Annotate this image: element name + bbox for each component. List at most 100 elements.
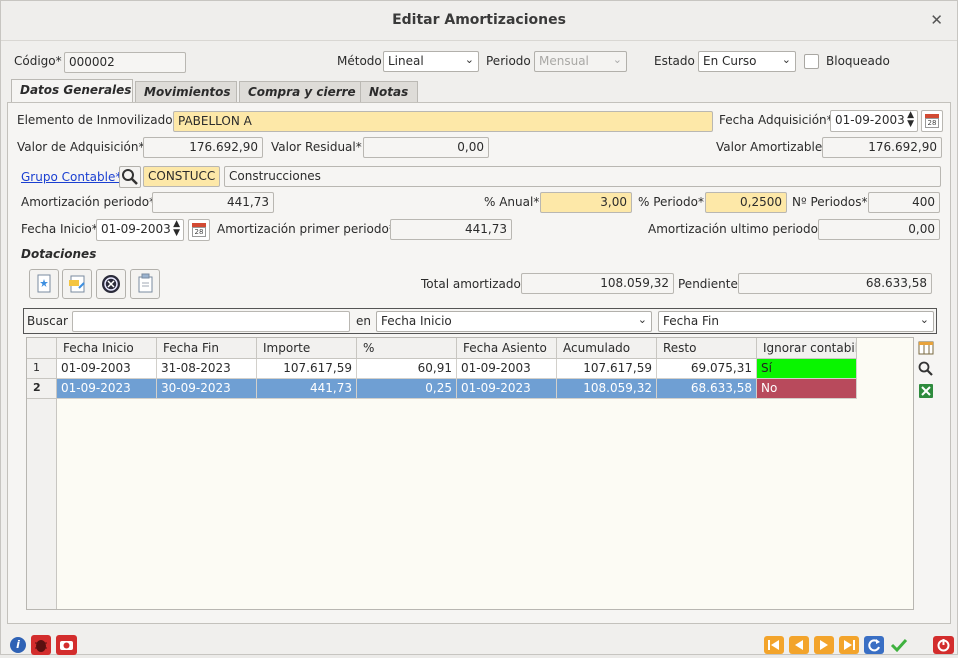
clipboard-icon[interactable] xyxy=(130,269,160,299)
bloqueado-checkbox[interactable] xyxy=(804,54,819,69)
calendar-day: 28 xyxy=(925,118,939,128)
amort-ultimo-label: Amortización ultimo periodo* xyxy=(648,222,824,236)
row-number[interactable]: 1 xyxy=(27,359,57,379)
amort-periodo-input[interactable]: 441,73 xyxy=(152,192,274,213)
col-ignorar[interactable]: Ignorar contabili xyxy=(757,338,857,359)
table-cell[interactable]: 01-09-2023 xyxy=(457,379,557,399)
accept-check-icon[interactable] xyxy=(889,636,909,654)
table-cell[interactable]: 107.617,59 xyxy=(557,359,657,379)
table-cell[interactable]: 60,91 xyxy=(357,359,457,379)
first-record-icon[interactable] xyxy=(764,636,784,654)
chevron-down-icon: ⌄ xyxy=(637,313,647,326)
amort-primer-input[interactable]: 441,73 xyxy=(390,219,512,240)
dotaciones-title: Dotaciones xyxy=(21,247,97,261)
fecha-adquisicion-label: Fecha Adquisición* xyxy=(719,113,833,127)
buscar-input[interactable] xyxy=(72,311,350,332)
calendar-icon[interactable]: 28 xyxy=(921,110,943,132)
tab-notas[interactable]: Notas xyxy=(360,81,418,102)
amort-ultimo-input[interactable]: 0,00 xyxy=(818,219,940,240)
table-cell[interactable]: 0,25 xyxy=(357,379,457,399)
metodo-select[interactable]: Lineal ⌄ xyxy=(383,51,479,72)
col-acumulado[interactable]: Acumulado xyxy=(557,338,657,359)
codigo-label: Código* xyxy=(14,54,62,68)
valor-residual-label: Valor Residual* xyxy=(271,140,362,154)
status-badge[interactable]: No xyxy=(757,379,857,399)
amort-primer-label: Amortización primer periodo* xyxy=(217,222,395,236)
camera-icon[interactable] xyxy=(56,635,77,655)
periodo-select: Mensual ⌄ xyxy=(534,51,627,72)
elemento-input[interactable]: PABELLON A xyxy=(173,111,713,132)
buscar-label: Buscar xyxy=(27,314,68,328)
chevron-down-icon: ⌄ xyxy=(781,53,791,66)
table-cell[interactable]: 31-08-2023 xyxy=(157,359,257,379)
col-fecha-asiento[interactable]: Fecha Asiento xyxy=(457,338,557,359)
columns-config-icon[interactable] xyxy=(917,339,935,357)
table-cell[interactable]: 108.059,32 xyxy=(557,379,657,399)
exit-power-icon[interactable] xyxy=(933,636,954,654)
grupo-contable-link[interactable]: Grupo Contable* xyxy=(21,170,121,184)
tab-datos-generales[interactable]: Datos Generales xyxy=(11,79,133,102)
chevron-down-icon: ⌄ xyxy=(612,53,622,66)
next-record-icon[interactable] xyxy=(814,636,834,654)
search-icon[interactable] xyxy=(119,166,141,188)
spinner-icon[interactable]: ▲ ▼ xyxy=(173,220,180,238)
fecha-inicio-input[interactable]: 01-09-2003 ▲ ▼ xyxy=(96,219,184,241)
search-field-select[interactable]: Fecha Inicio ⌄ xyxy=(376,311,652,332)
estado-value: En Curso xyxy=(703,54,757,68)
estado-select[interactable]: En Curso ⌄ xyxy=(698,51,796,72)
valor-residual-input[interactable]: 0,00 xyxy=(363,137,489,158)
calendar-icon[interactable]: 28 xyxy=(188,219,210,241)
table-cell[interactable]: 01-09-2023 xyxy=(57,379,157,399)
grupo-code-input[interactable]: CONSTUCC xyxy=(143,166,220,187)
fecha-adquisicion-input[interactable]: 01-09-2003 ▲ ▼ xyxy=(830,110,918,132)
title-bar: Editar Amortizaciones ✕ xyxy=(1,1,957,41)
tab-movimientos[interactable]: Movimientos xyxy=(135,81,237,102)
table-cell[interactable]: 01-09-2003 xyxy=(457,359,557,379)
refresh-icon[interactable] xyxy=(864,636,884,654)
spinner-icon[interactable]: ▲ ▼ xyxy=(907,111,914,129)
col-porcentaje[interactable]: % xyxy=(357,338,457,359)
chevron-down-icon: ⌄ xyxy=(919,313,929,326)
estado-label: Estado xyxy=(654,54,695,68)
sort-field-select[interactable]: Fecha Fin ⌄ xyxy=(658,311,934,332)
fecha-adquisicion-value: 01-09-2003 xyxy=(835,113,905,127)
col-fecha-inicio[interactable]: Fecha Inicio xyxy=(57,338,157,359)
col-importe[interactable]: Importe xyxy=(257,338,357,359)
table-cell[interactable]: 441,73 xyxy=(257,379,357,399)
edit-document-icon[interactable] xyxy=(62,269,92,299)
chevron-down-icon: ⌄ xyxy=(464,53,474,66)
metodo-value: Lineal xyxy=(388,54,424,68)
col-resto[interactable]: Resto xyxy=(657,338,757,359)
table-cell[interactable]: 01-09-2003 xyxy=(57,359,157,379)
pct-periodo-input[interactable]: 0,2500 xyxy=(705,192,787,213)
amort-periodo-label: Amortización periodo* xyxy=(21,195,156,209)
table-cell[interactable]: 30-09-2023 xyxy=(157,379,257,399)
new-document-icon[interactable] xyxy=(29,269,59,299)
valor-adquisicion-input[interactable]: 176.692,90 xyxy=(143,137,263,158)
dotaciones-table: Fecha Inicio Fecha Fin Importe % Fecha A… xyxy=(26,337,914,610)
excel-export-icon[interactable] xyxy=(917,382,935,400)
info-icon[interactable]: i xyxy=(10,637,26,653)
table-cell[interactable]: 107.617,59 xyxy=(257,359,357,379)
close-icon[interactable]: ✕ xyxy=(930,11,943,29)
row-number[interactable]: 2 xyxy=(27,379,57,399)
nperiodos-input[interactable]: 400 xyxy=(868,192,940,213)
nperiodos-label: Nº Periodos* xyxy=(792,195,868,209)
search-icon[interactable] xyxy=(917,360,935,378)
last-record-icon[interactable] xyxy=(839,636,859,654)
anual-label: % Anual* xyxy=(484,195,540,209)
delete-icon[interactable] xyxy=(96,269,126,299)
sort-field-value: Fecha Fin xyxy=(663,314,719,328)
periodo-value: Mensual xyxy=(539,54,589,68)
pct-periodo-label: % Periodo* xyxy=(638,195,704,209)
col-fecha-fin[interactable]: Fecha Fin xyxy=(157,338,257,359)
table-cell[interactable]: 68.633,58 xyxy=(657,379,757,399)
bug-icon[interactable] xyxy=(31,635,51,655)
codigo-input[interactable]: 000002 xyxy=(64,52,186,73)
anual-input[interactable]: 3,00 xyxy=(540,192,632,213)
status-badge[interactable]: Sí xyxy=(757,359,857,379)
previous-record-icon[interactable] xyxy=(789,636,809,654)
grupo-desc-input: Construcciones xyxy=(224,166,941,187)
table-cell[interactable]: 69.075,31 xyxy=(657,359,757,379)
tab-compra-cierre[interactable]: Compra y cierre xyxy=(239,81,365,102)
